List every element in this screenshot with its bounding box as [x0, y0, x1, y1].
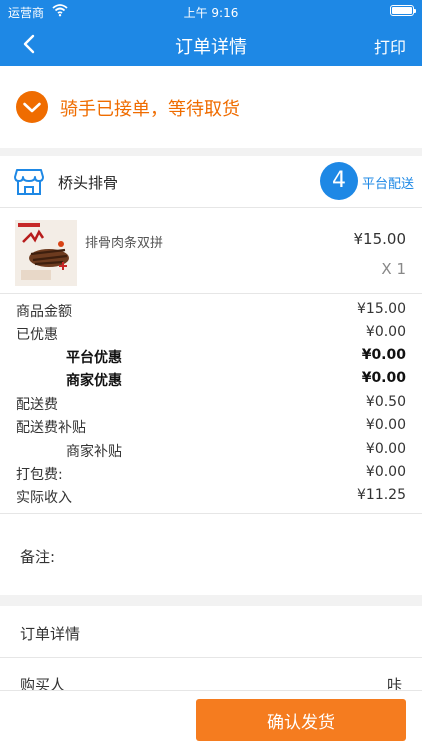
section-divider — [0, 595, 422, 606]
summary-label: 配送费补贴 — [16, 420, 86, 436]
order-status-text: 骑手已接单，等待取货 — [60, 99, 240, 120]
summary-line: 配送费补贴 ¥0.00 — [0, 414, 422, 438]
shop-icon — [14, 168, 44, 196]
product-thumbnail — [15, 220, 77, 286]
summary-value: ¥0.00 — [361, 370, 406, 386]
clock-time: 上午 9:16 — [183, 6, 239, 20]
page-title: 订单详情 — [175, 37, 247, 58]
summary-value: ¥0.50 — [365, 394, 406, 410]
status-bar: 运营商 上午 9:16 — [0, 0, 422, 22]
checkmark-circle-icon — [16, 91, 48, 123]
order-number-badge: 4 — [320, 162, 358, 200]
summary-value: ¥0.00 — [365, 464, 406, 480]
item-price: ¥15.00 — [353, 230, 407, 248]
item-quantity: X 1 — [381, 260, 406, 278]
remark-section: 备注: — [0, 515, 422, 595]
confirm-shipment-button[interactable]: 确认发货 — [196, 699, 406, 741]
price-summary: 商品金额 ¥15.00 已优惠 ¥0.00 平台优惠 ¥0.00 商家优惠 ¥0… — [0, 294, 422, 514]
summary-value: ¥0.00 — [365, 324, 406, 340]
summary-value: ¥0.00 — [365, 417, 406, 433]
navigation-bar: 订单详情 打印 — [0, 22, 422, 66]
summary-label: 配送费 — [16, 397, 58, 413]
summary-line: 已优惠 ¥0.00 — [0, 321, 422, 345]
summary-label: 商家补贴 — [66, 444, 122, 460]
summary-label: 已优惠 — [16, 327, 58, 343]
remark-label: 备注: — [20, 548, 56, 566]
summary-label: 平台优惠 — [66, 350, 122, 366]
summary-value: ¥15.00 — [357, 301, 406, 317]
summary-line: 商家补贴 ¥0.00 — [0, 438, 422, 462]
battery-icon — [390, 5, 416, 16]
item-name: 排骨肉条双拼 — [85, 236, 164, 251]
summary-value: ¥0.00 — [361, 347, 406, 363]
order-status-card: 骑手已接单，等待取货 — [0, 66, 422, 148]
summary-line: 实际收入 ¥11.25 — [0, 484, 422, 508]
delivery-type-label: 平台配送 — [362, 177, 415, 192]
store-row: 桥头排骨 4 平台配送 — [0, 156, 422, 208]
order-item-row: 排骨肉条双拼 ¥15.00 X 1 — [0, 208, 422, 294]
summary-line: 商家优惠 ¥0.00 — [0, 367, 422, 391]
summary-label: 商家优惠 — [66, 373, 122, 389]
print-button[interactable]: 打印 — [374, 34, 406, 58]
summary-line: 平台优惠 ¥0.00 — [0, 344, 422, 368]
bottom-action-bar: 确认发货 — [0, 690, 422, 750]
summary-value: ¥11.25 — [357, 487, 406, 503]
summary-label: 打包费: — [16, 467, 63, 483]
order-detail-header: 订单详情 — [0, 606, 422, 658]
summary-label: 实际收入 — [16, 490, 72, 506]
order-detail-title: 订单详情 — [20, 625, 81, 643]
store-name: 桥头排骨 — [58, 174, 119, 192]
summary-label: 商品金额 — [16, 304, 72, 320]
summary-value: ¥0.00 — [365, 441, 406, 457]
summary-line: 打包费: ¥0.00 — [0, 461, 422, 485]
section-divider — [0, 148, 422, 156]
summary-line: 商品金额 ¥15.00 — [0, 298, 422, 322]
summary-line: 配送费 ¥0.50 — [0, 391, 422, 415]
